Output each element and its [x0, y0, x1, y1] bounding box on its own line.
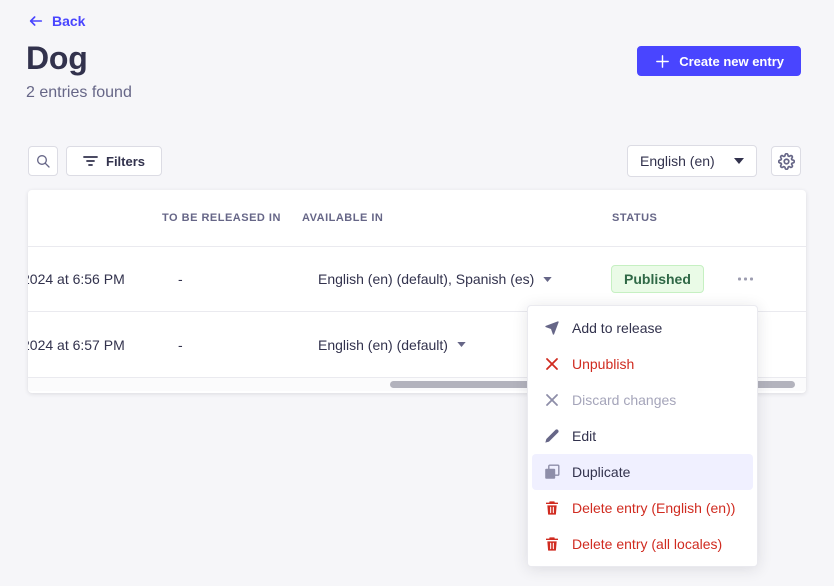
menu-item-label: Add to release [572, 320, 662, 336]
table-header-row: TO BE RELEASED IN AVAILABLE IN STATUS [28, 190, 806, 247]
search-button[interactable] [28, 146, 58, 176]
settings-button[interactable] [771, 146, 801, 176]
trash-icon [544, 500, 560, 516]
updated-at-cell: 2024 at 6:56 PM [28, 271, 125, 287]
menu-item-delete-entry-all-locales[interactable]: Delete entry (all locales) [532, 526, 753, 562]
entries-count: 2 entries found [26, 84, 132, 102]
menu-item-duplicate[interactable]: Duplicate [532, 454, 753, 490]
menu-item-edit[interactable]: Edit [532, 418, 753, 454]
locale-select[interactable]: English (en) [627, 145, 757, 177]
menu-item-add-to-release[interactable]: Add to release [532, 310, 753, 346]
menu-item-label: Unpublish [572, 356, 634, 372]
menu-item-label: Delete entry (all locales) [572, 536, 722, 552]
menu-item-discard-changes[interactable]: Discard changes [532, 382, 753, 418]
create-new-entry-button[interactable]: Create new entry [637, 46, 801, 76]
search-icon [35, 153, 51, 169]
updated-at-cell: 2024 at 6:57 PM [28, 337, 125, 353]
menu-item-unpublish[interactable]: Unpublish [532, 346, 753, 382]
menu-item-label: Edit [572, 428, 596, 444]
available-in-value: English (en) (default), Spanish (es) [318, 271, 534, 287]
available-in-cell[interactable]: English (en) (default), Spanish (es) [318, 271, 552, 287]
locale-selected-value: English (en) [640, 153, 715, 169]
menu-item-label: Discard changes [572, 392, 676, 408]
row-actions-button[interactable] [732, 272, 759, 287]
back-label: Back [52, 13, 85, 29]
filters-label: Filters [106, 154, 145, 169]
status-cell: Published [611, 265, 704, 293]
back-link[interactable]: Back [28, 13, 85, 29]
column-header-available-in[interactable]: AVAILABLE IN [302, 212, 383, 224]
row-actions-menu: Add to release Unpublish Discard changes… [527, 305, 758, 567]
to-be-released-in-cell: - [178, 337, 183, 353]
duplicate-icon [544, 464, 560, 480]
plus-icon [654, 53, 671, 70]
pencil-icon [544, 428, 560, 444]
create-button-label: Create new entry [679, 54, 784, 69]
more-options-icon [738, 278, 753, 281]
cross-icon [544, 392, 560, 408]
filters-button[interactable]: Filters [66, 146, 162, 176]
status-badge: Published [611, 265, 704, 293]
table-row[interactable]: 2024 at 6:56 PM - English (en) (default)… [28, 247, 806, 312]
to-be-released-in-cell: - [178, 271, 183, 287]
arrow-left-icon [28, 13, 44, 29]
chevron-down-icon [734, 158, 744, 164]
trash-icon [544, 536, 560, 552]
cross-icon [544, 356, 560, 372]
chevron-down-icon [457, 342, 466, 347]
column-header-to-be-released-in[interactable]: TO BE RELEASED IN [162, 212, 281, 224]
menu-item-label: Delete entry (English (en)) [572, 500, 735, 516]
menu-item-delete-entry-locale[interactable]: Delete entry (English (en)) [532, 490, 753, 526]
menu-item-label: Duplicate [572, 464, 630, 480]
filter-icon [83, 155, 98, 167]
paper-plane-icon [544, 320, 560, 336]
chevron-down-icon [543, 277, 552, 282]
available-in-cell[interactable]: English (en) (default) [318, 337, 466, 353]
available-in-value: English (en) (default) [318, 337, 448, 353]
gear-icon [778, 153, 795, 170]
page-title: Dog [26, 40, 88, 77]
column-header-status[interactable]: STATUS [612, 212, 657, 224]
